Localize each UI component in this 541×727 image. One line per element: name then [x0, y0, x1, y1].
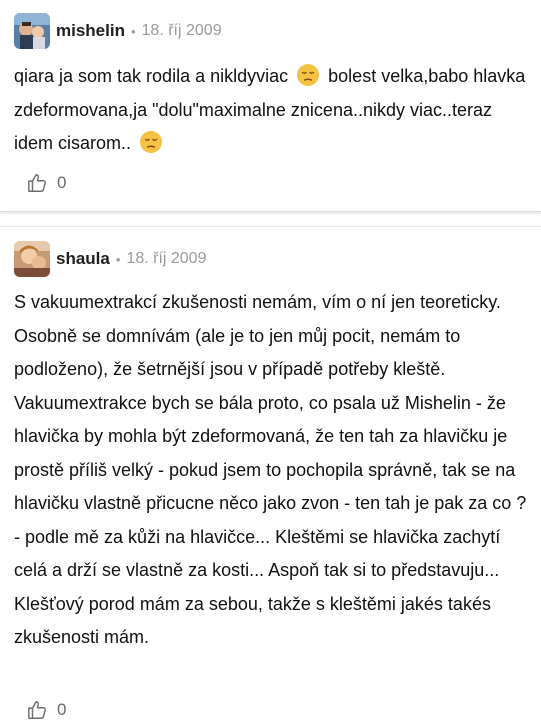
like-count: 0	[57, 173, 67, 192]
comment-text: S vakuumextrakcí zkušenosti nemám, vím o…	[14, 292, 527, 647]
post-date: 18. říj 2009	[141, 22, 222, 39]
avatar[interactable]	[14, 241, 50, 277]
thumbs-up-icon	[28, 701, 46, 719]
like-count: 0	[57, 700, 67, 719]
username[interactable]: mishelin	[56, 21, 125, 41]
comment-thread: mishelin • 18. říj 2009 qiara ja som tak…	[0, 0, 541, 727]
comment-meta: mishelin • 18. říj 2009	[14, 13, 222, 49]
comment-text: qiara ja som tak rodila a nikldyviac bol…	[14, 60, 529, 161]
pensive-face-icon	[140, 131, 163, 153]
meta-separator: •	[115, 251, 121, 267]
avatar[interactable]	[14, 13, 50, 49]
meta-separator: •	[130, 23, 136, 39]
like-button[interactable]: 0	[27, 172, 66, 194]
comment-text-part: qiara ja som tak rodila a nikldyviac	[14, 66, 289, 86]
like-button[interactable]: 0	[27, 699, 66, 721]
comment-meta: shaula • 18. říj 2009	[14, 241, 206, 277]
pensive-face-icon	[297, 64, 320, 86]
comment-card: mishelin • 18. říj 2009 qiara ja som tak…	[0, 0, 541, 212]
comment-card: shaula • 18. říj 2009 S vakuumextrakcí z…	[0, 226, 541, 727]
thumbs-up-icon	[28, 174, 46, 192]
username[interactable]: shaula	[56, 249, 110, 269]
post-date: 18. říj 2009	[126, 250, 207, 267]
